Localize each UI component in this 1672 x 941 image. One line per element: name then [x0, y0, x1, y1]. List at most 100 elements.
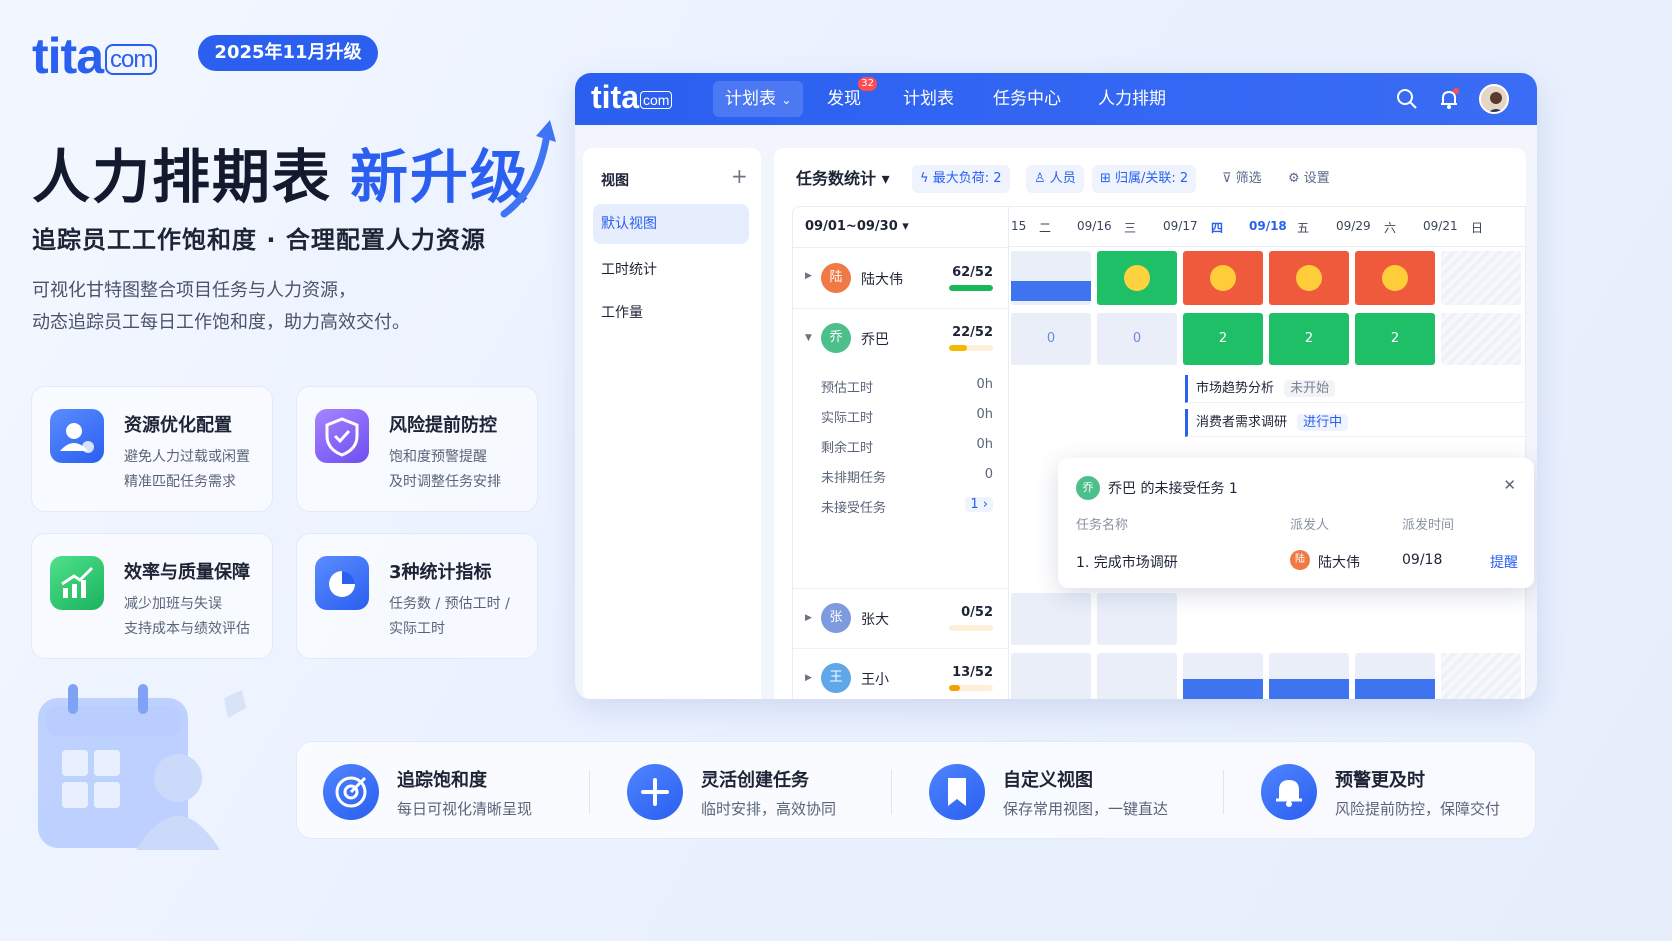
avatar: 乔 [821, 323, 851, 353]
avatar: 陆 [821, 263, 851, 293]
status-badge: 未开始 [1284, 380, 1336, 397]
weekend-cell [1441, 653, 1521, 699]
schedule-panel: 任务数统计 ▾ ϟ 最大负荷: 2 ♙ 人员 ⊞ 归属/关联: 2 ⊽ 筛选 ⚙… [774, 148, 1526, 699]
stat-estimated: 预估工时 0h [821, 377, 993, 396]
bell-icon [1261, 764, 1317, 820]
expand-icon[interactable]: ▶ [805, 271, 812, 281]
search-icon[interactable] [1395, 87, 1419, 111]
load-bar [949, 345, 993, 351]
relation-button[interactable]: ⊞ 归属/关联: 2 [1092, 165, 1197, 193]
weekend-cell [1441, 313, 1521, 365]
weekend-cell [1441, 251, 1521, 305]
filter-button[interactable]: ⊽ 筛选 [1214, 165, 1270, 193]
filter-icon: ⊽ [1222, 171, 1236, 186]
sidebar-item-workload[interactable]: 工作量 [593, 293, 749, 333]
popup-title: 乔巴 的未接受任务 1 [1108, 481, 1238, 497]
day-cell-overload[interactable] [1355, 251, 1435, 305]
task-bar[interactable]: 市场趋势分析 未开始 [1185, 375, 1525, 403]
day-cell[interactable] [1097, 593, 1177, 645]
person-row[interactable]: ▶ 陆 陆大伟 62/52 [793, 247, 1009, 309]
column-header: 派发人 [1290, 518, 1330, 533]
grid-icon: ⊞ [1100, 171, 1116, 186]
app-logo[interactable]: tita com [591, 79, 673, 116]
day-cell[interactable] [1355, 653, 1435, 699]
feature-card-efficiency: 效率与质量保障 减少加班与失误 支持成本与绩效评估 [31, 533, 273, 659]
day-cell-ok[interactable]: 2 [1355, 313, 1435, 365]
nav-resource-schedule[interactable]: 人力排期 [1086, 81, 1178, 117]
day-cell-ok[interactable] [1097, 251, 1177, 305]
day-cell[interactable] [1183, 653, 1263, 699]
hero-description: 可视化甘特图整合项目任务与人力资源， 动态追踪员工每日工作饱和度，助力高效交付。 [32, 280, 410, 333]
stat-remaining: 剩余工时 0h [821, 437, 993, 456]
sidebar-item-default-view[interactable]: 默认视图 [593, 204, 749, 244]
calendar-illustration-icon [38, 684, 246, 850]
avatar: 王 [821, 663, 851, 693]
column-header: 派发时间 [1402, 518, 1455, 533]
avatar: 张 [821, 603, 851, 633]
feature-card-resource: 资源优化配置 避免人力过载或闲置 精准匹配任务需求 [31, 386, 273, 512]
view-sidebar: 视图 + 默认视图 工时统计 工作量 [583, 148, 761, 699]
day-cell[interactable]: 0 [1097, 313, 1177, 365]
day-cell[interactable] [1269, 653, 1349, 699]
day-cell-ok[interactable]: 2 [1183, 313, 1263, 365]
plus-icon [627, 764, 683, 820]
day-cell-overload[interactable] [1183, 251, 1263, 305]
hero-title: 人力排期表 新升级 [32, 143, 531, 211]
shield-icon [315, 409, 369, 463]
app-window: tita com 计划表 ⌄ 发现 32 计划表 任务中心 人力排期 视图 + 默认… [575, 73, 1537, 699]
stat-unscheduled: 未排期任务 0 [821, 467, 993, 486]
max-load-button[interactable]: ϟ 最大负荷: 2 [912, 165, 1010, 193]
person-row[interactable]: ▶ 王 王小 13/52 [793, 649, 1009, 699]
column-header: 任务名称 [1076, 518, 1129, 533]
nav-discover[interactable]: 发现 32 [815, 77, 877, 117]
nav-plan-dropdown[interactable]: 计划表 ⌄ [713, 81, 804, 117]
nav-plan[interactable]: 计划表 [891, 81, 966, 117]
close-icon[interactable]: ✕ [1503, 476, 1516, 494]
load-bar [949, 285, 993, 291]
sidebar-header: 视图 [601, 173, 629, 189]
expand-icon[interactable]: ▶ [805, 673, 812, 683]
feature-card-metrics: 3种统计指标 任务数 / 预估工时 / 实际工时 [296, 533, 538, 659]
settings-button[interactable]: ⚙ 设置 [1280, 165, 1338, 193]
remind-button[interactable]: 提醒 [1490, 552, 1518, 572]
stat-type-select[interactable]: 任务数统计 ▾ [788, 165, 898, 193]
hero-subtitle: 追踪员工工作饱和度 · 合理配置人力资源 [32, 226, 486, 254]
stat-unaccepted[interactable]: 未接受任务 1 › [821, 497, 993, 516]
people-filter-button[interactable]: ♙ 人员 [1026, 165, 1084, 193]
chart-up-icon [50, 556, 104, 610]
status-badge: 进行中 [1297, 414, 1349, 431]
day-cell[interactable] [1011, 593, 1091, 645]
bottom-feature-bar: 追踪饱和度 每日可视化清晰呈现 灵活创建任务 临时安排，高效协同 自定义视图 保… [296, 741, 1536, 839]
nav-task-center[interactable]: 任务中心 [981, 81, 1073, 117]
day-cell-ok[interactable]: 2 [1269, 313, 1349, 365]
people-column: 09/01~09/30 ▾ ▶ 陆 陆大伟 62/52 ▼ 乔 乔巴 22/52… [793, 207, 1009, 699]
user-avatar[interactable] [1479, 84, 1509, 114]
day-cell[interactable] [1011, 251, 1091, 305]
upgrade-badge: 2025年11月升级 [198, 35, 378, 71]
unaccepted-task-popup: 乔 乔巴 的未接受任务 1 ✕ 任务名称 派发人 派发时间 1. 完成市场调研 … [1058, 458, 1534, 588]
bell-icon[interactable] [1437, 87, 1461, 111]
person-row-expanded[interactable]: ▼ 乔 乔巴 22/52 预估工时 0h 实际工时 0h 剩余工时 0h 未排期任务 0… [793, 309, 1009, 589]
task-bar[interactable]: 消费者需求调研 进行中 [1185, 409, 1525, 437]
bookmark-icon [929, 764, 985, 820]
brand-logo: tita com [32, 28, 158, 84]
day-cell-overload[interactable] [1269, 251, 1349, 305]
person-row[interactable]: ▶ 张 张大 0/52 [793, 589, 1009, 649]
collapse-icon[interactable]: ▼ [805, 333, 812, 343]
load-bar [949, 685, 993, 691]
date-range-select[interactable]: 09/01~09/30 ▾ [805, 219, 909, 234]
day-cell[interactable]: 0 [1011, 313, 1091, 365]
stat-actual: 实际工时 0h [821, 407, 993, 426]
load-bar [949, 625, 993, 631]
user-icon [50, 409, 104, 463]
app-topbar: tita com 计划表 ⌄ 发现 32 计划表 任务中心 人力排期 [575, 73, 1537, 125]
sidebar-item-hours[interactable]: 工时统计 [593, 250, 749, 290]
feature-card-risk: 风险提前防控 饱和度预警提醒 及时调整任务安排 [296, 386, 538, 512]
day-cell[interactable] [1097, 653, 1177, 699]
expand-icon[interactable]: ▶ [805, 613, 812, 623]
add-view-button[interactable]: + [731, 164, 748, 188]
person-icon: ♙ [1034, 171, 1050, 186]
avatar: 陆 [1290, 550, 1310, 570]
task-name-link[interactable]: 1. 完成市场调研 [1076, 552, 1178, 572]
day-cell[interactable] [1011, 653, 1091, 699]
